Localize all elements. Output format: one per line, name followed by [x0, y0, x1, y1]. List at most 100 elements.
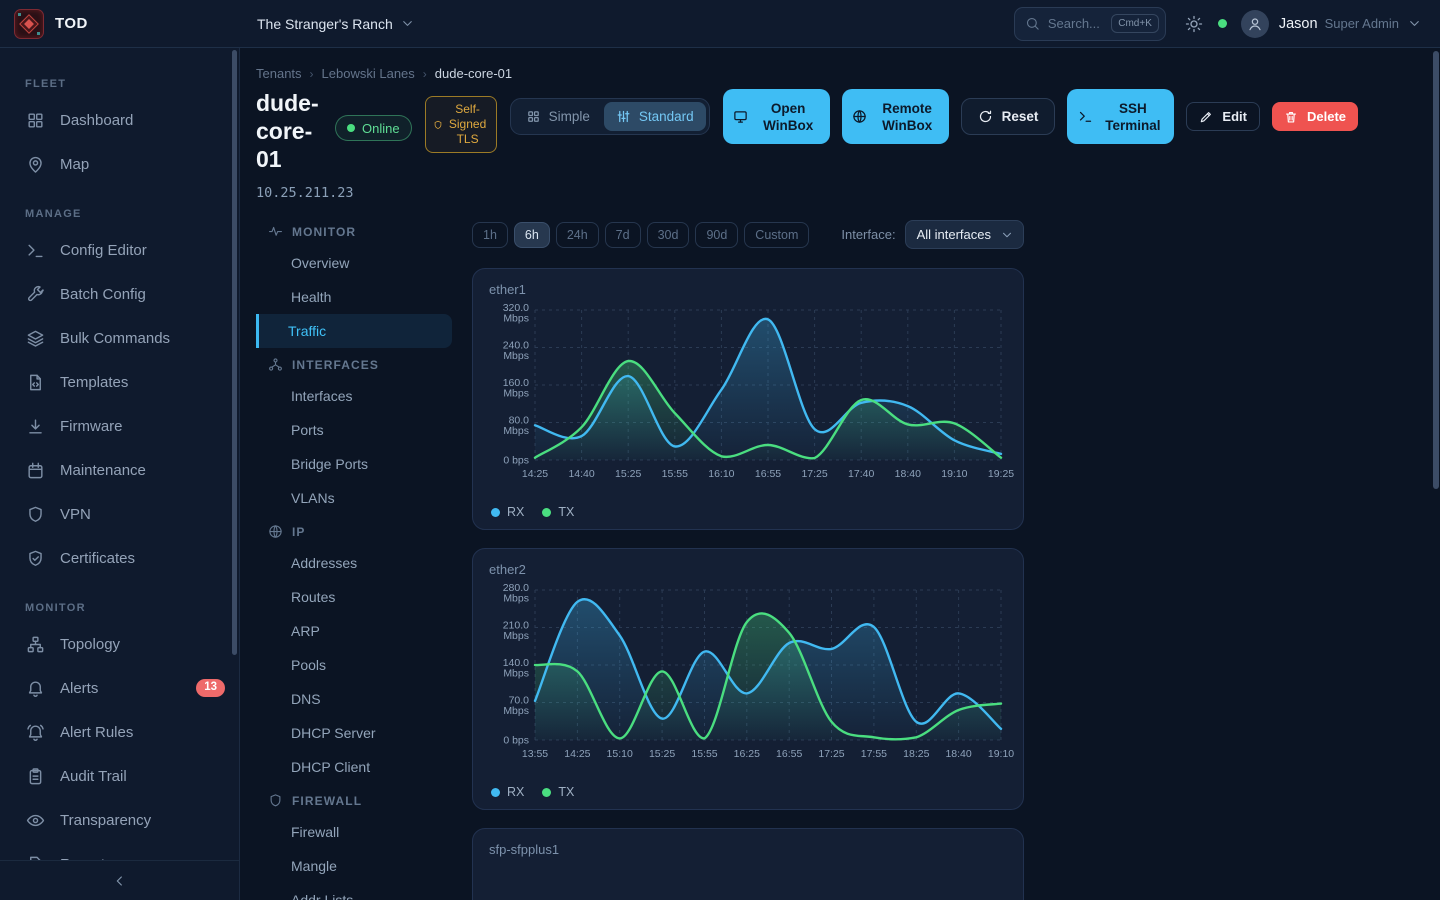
time-range-1h[interactable]: 1h: [472, 222, 508, 248]
svg-text:15:55: 15:55: [662, 468, 688, 480]
delete-button[interactable]: Delete: [1272, 102, 1358, 131]
svg-text:15:55: 15:55: [691, 748, 717, 760]
topbar: TOD The Stranger's Ranch Cmd+K Jason Sup…: [0, 0, 1440, 48]
sidebar-item-dashboard[interactable]: Dashboard: [0, 98, 239, 142]
search-box[interactable]: Cmd+K: [1014, 7, 1166, 41]
sidebar-item-alerts[interactable]: Alerts13: [0, 666, 239, 710]
sidebar-scrollbar[interactable]: [232, 50, 237, 655]
subnav-item-addresses[interactable]: Addresses: [256, 546, 452, 580]
tenant-selector[interactable]: The Stranger's Ranch: [257, 16, 415, 32]
subnav-item-health[interactable]: Health: [256, 280, 452, 314]
chevron-down-icon: [400, 16, 415, 31]
remote-winbox-button[interactable]: Remote WinBox: [842, 89, 949, 144]
topology-icon: [25, 635, 45, 654]
subnav-item-traffic[interactable]: Traffic: [256, 314, 452, 348]
edit-button[interactable]: Edit: [1186, 102, 1260, 131]
svg-text:16:10: 16:10: [708, 468, 734, 480]
sidebar-item-vpn[interactable]: VPN: [0, 492, 239, 536]
online-dot-icon: [347, 124, 355, 132]
sidebar-item-map[interactable]: Map: [0, 142, 239, 186]
sidebar-item-firmware[interactable]: Firmware: [0, 404, 239, 448]
user-icon: [1247, 16, 1263, 32]
avatar: [1241, 10, 1269, 38]
map-pin-icon: [25, 155, 45, 174]
sidebar-item-config-editor[interactable]: Config Editor: [0, 228, 239, 272]
sidebar-collapse-button[interactable]: [0, 860, 239, 900]
file-code-icon: [25, 373, 45, 392]
svg-text:Mbps: Mbps: [503, 388, 529, 400]
subnav-item-interfaces[interactable]: Interfaces: [256, 379, 452, 413]
subnav-item-pools[interactable]: Pools: [256, 648, 452, 682]
sidebar-item-audit-trail[interactable]: Audit Trail: [0, 754, 239, 798]
dashboard-icon: [25, 111, 45, 130]
reset-button[interactable]: Reset: [961, 98, 1056, 135]
subnav-item-dhcp-server[interactable]: DHCP Server: [256, 716, 452, 750]
sidebar-item-label: Templates: [60, 374, 128, 391]
view-toggle-standard[interactable]: Standard: [604, 102, 706, 131]
subnav-item-overview[interactable]: Overview: [256, 246, 452, 280]
svg-text:Mbps: Mbps: [503, 630, 529, 642]
svg-text:19:10: 19:10: [988, 748, 1014, 760]
traffic-chart-ether1[interactable]: 320.0Mbps240.0Mbps160.0Mbps80.0Mbps0 bps…: [489, 300, 1009, 496]
svg-text:15:10: 15:10: [607, 748, 633, 760]
sidebar-item-label: Audit Trail: [60, 768, 127, 785]
subnav-item-routes[interactable]: Routes: [256, 580, 452, 614]
chevron-down-icon: [1407, 16, 1422, 31]
sidebar-section-manage: MANAGE: [0, 186, 239, 228]
search-input[interactable]: [1048, 16, 1103, 31]
time-range-custom[interactable]: Custom: [744, 222, 809, 248]
sidebar-item-topology[interactable]: Topology: [0, 622, 239, 666]
interface-filter-label: Interface:: [841, 227, 895, 242]
shield-alert-icon: [433, 120, 443, 130]
theme-toggle-button[interactable]: [1185, 15, 1203, 33]
globe-icon: [852, 109, 867, 124]
sidebar-item-certificates[interactable]: Certificates: [0, 536, 239, 580]
subnav-item-addr-lists[interactable]: Addr Lists: [256, 883, 452, 900]
page-title: dude-core-01: [256, 89, 322, 173]
sidebar-item-templates[interactable]: Templates: [0, 360, 239, 404]
terminal-icon: [1078, 109, 1093, 124]
interface-select[interactable]: All interfaces: [905, 220, 1024, 249]
traffic-chart-ether2[interactable]: 280.0Mbps210.0Mbps140.0Mbps70.0Mbps0 bps…: [489, 580, 1009, 776]
open-winbox-button[interactable]: Open WinBox: [723, 89, 830, 144]
device-subnav: MONITOROverviewHealthTrafficINTERFACESIn…: [256, 215, 452, 900]
subnav-item-dhcp-client[interactable]: DHCP Client: [256, 750, 452, 784]
subnav-item-firewall[interactable]: Firewall: [256, 815, 452, 849]
subnav-item-ports[interactable]: Ports: [256, 413, 452, 447]
subnav-item-dns[interactable]: DNS: [256, 682, 452, 716]
bell-icon: [25, 679, 45, 698]
ssh-terminal-button[interactable]: SSH Terminal: [1067, 89, 1174, 144]
svg-text:Mbps: Mbps: [503, 668, 529, 680]
legend-dot-icon: [542, 788, 551, 797]
breadcrumb-tenant-name[interactable]: Lebowski Lanes: [322, 66, 415, 81]
legend-tx: TX: [542, 785, 574, 799]
svg-text:Mbps: Mbps: [503, 705, 529, 717]
sidebar-item-batch-config[interactable]: Batch Config: [0, 272, 239, 316]
time-range-group: 1h6h24h7d30d90dCustom: [472, 222, 809, 248]
subnav-item-arp[interactable]: ARP: [256, 614, 452, 648]
main-scrollbar[interactable]: [1433, 51, 1439, 489]
main-content: Tenants › Lebowski Lanes › dude-core-01 …: [240, 48, 1440, 900]
svg-text:13:55: 13:55: [522, 748, 548, 760]
time-range-7d[interactable]: 7d: [605, 222, 641, 248]
svg-text:15:25: 15:25: [649, 748, 675, 760]
subnav-item-vlans[interactable]: VLANs: [256, 481, 452, 515]
user-menu[interactable]: Jason Super Admin: [1241, 10, 1440, 38]
sidebar-item-bulk-commands[interactable]: Bulk Commands: [0, 316, 239, 360]
breadcrumb-tenants[interactable]: Tenants: [256, 66, 302, 81]
time-range-90d[interactable]: 90d: [695, 222, 738, 248]
chart-legend: RX TX: [489, 505, 1007, 519]
time-range-30d[interactable]: 30d: [647, 222, 690, 248]
view-toggle-simple[interactable]: Simple: [514, 102, 602, 131]
subnav-item-bridge-ports[interactable]: Bridge Ports: [256, 447, 452, 481]
sidebar-item-label: Dashboard: [60, 112, 133, 129]
tls-warning-badge: Self-Signed TLS: [425, 96, 497, 153]
sidebar-item-alert-rules[interactable]: Alert Rules: [0, 710, 239, 754]
view-mode-toggle: SimpleStandard: [510, 98, 710, 135]
sidebar-item-transparency[interactable]: Transparency: [0, 798, 239, 842]
legend-dot-icon: [491, 788, 500, 797]
time-range-6h[interactable]: 6h: [514, 222, 550, 248]
sidebar-item-maintenance[interactable]: Maintenance: [0, 448, 239, 492]
subnav-item-mangle[interactable]: Mangle: [256, 849, 452, 883]
time-range-24h[interactable]: 24h: [556, 222, 599, 248]
